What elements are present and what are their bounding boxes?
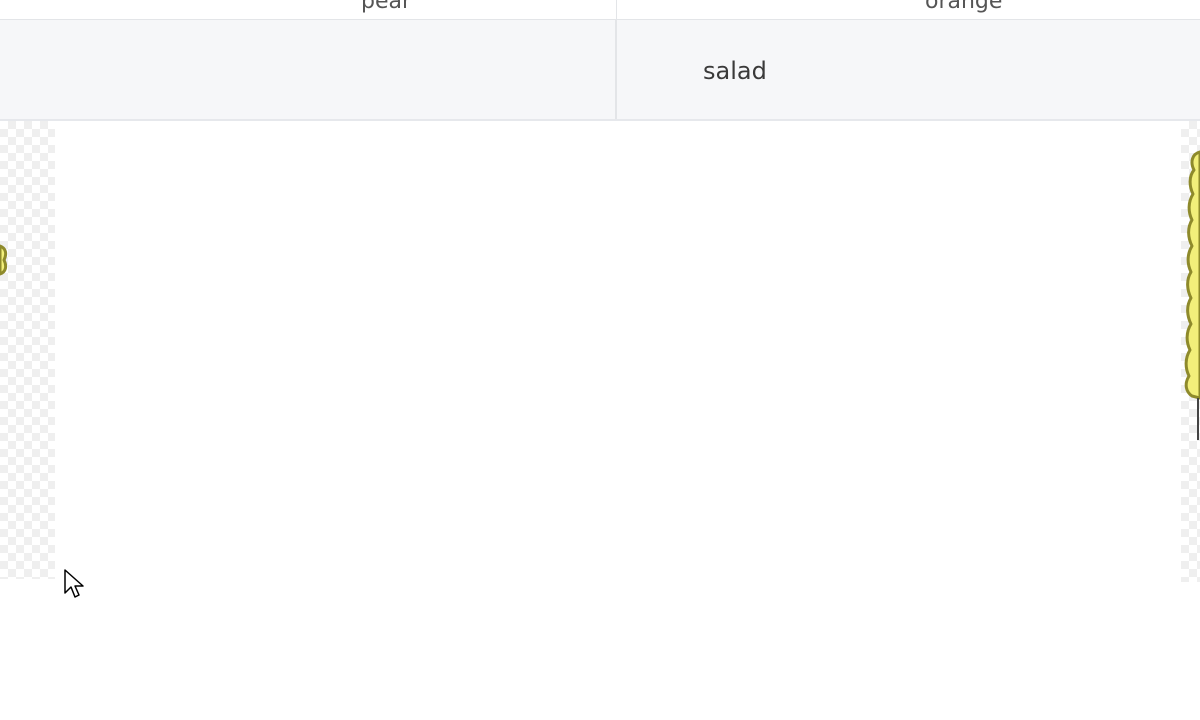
column-header-row: pear orange [0, 0, 1200, 20]
column-header-left: pear [361, 0, 412, 14]
column-header-right: orange [925, 0, 1003, 14]
table-row: salad [0, 20, 1200, 121]
left-yellow-shape [0, 244, 8, 276]
canvas-view: pear orange salad [0, 0, 1200, 720]
mouse-pointer-icon [64, 569, 84, 598]
row-cell-label: salad [703, 57, 767, 85]
left-image-thumbnail[interactable] [0, 121, 55, 579]
right-yellow-shape [1184, 150, 1200, 440]
column-divider [616, 0, 617, 19]
row-divider [615, 20, 617, 119]
